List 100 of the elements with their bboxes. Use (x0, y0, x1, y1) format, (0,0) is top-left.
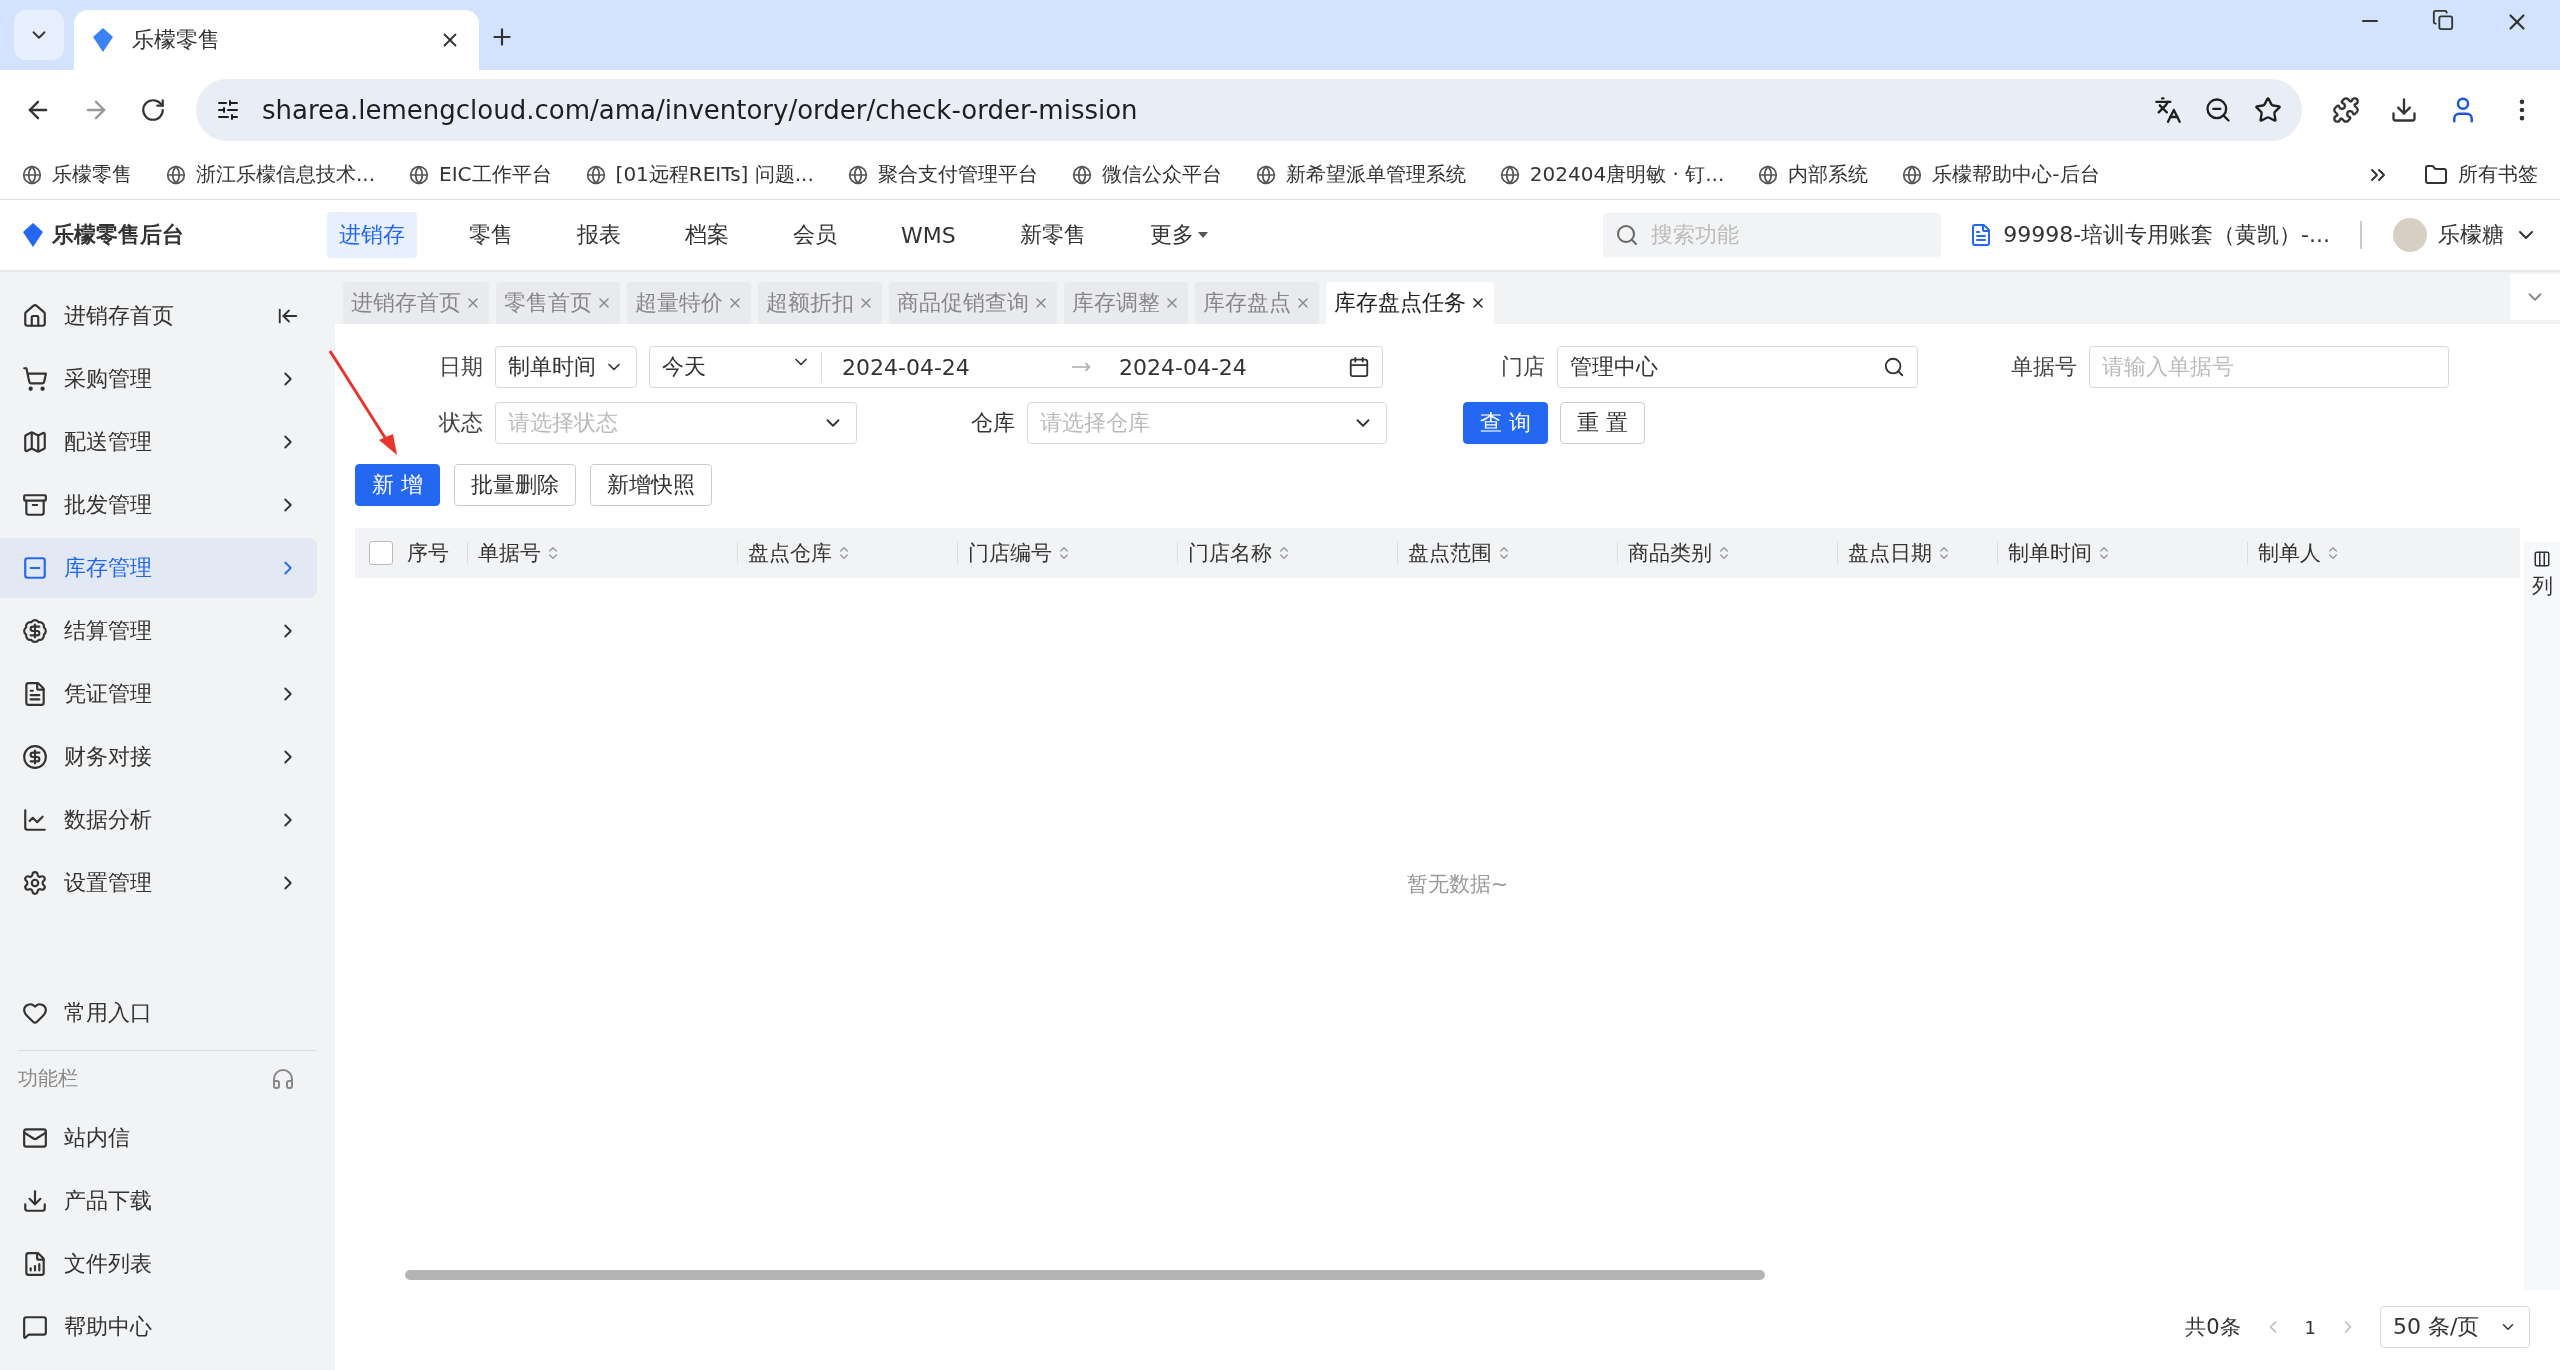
zoom-icon[interactable] (2204, 96, 2232, 124)
sidebar-item[interactable]: 批发管理 (0, 475, 317, 535)
column-header[interactable]: 门店编号 (968, 539, 1052, 567)
sidebar-item[interactable]: 文件列表 (0, 1234, 317, 1294)
bookmark[interactable]: [01远程REITs] 问题... (615, 161, 814, 188)
store-field[interactable]: 管理中心 (1557, 346, 1918, 388)
search-icon (1615, 223, 1640, 247)
field-label: 状态 (439, 409, 484, 437)
site-info-icon[interactable] (216, 98, 240, 122)
browser-tab[interactable]: 乐檬零售 (74, 10, 479, 70)
sidebar-item[interactable]: 库存管理 (0, 538, 317, 598)
address-bar[interactable]: sharea.lemengcloud.com/ama/inventory/order/check-order-mission (196, 79, 2302, 141)
sidebar-item[interactable]: 结算管理 (0, 601, 317, 661)
sidebar-item[interactable]: 财务对接 (0, 727, 317, 787)
sidebar-item[interactable]: 凭证管理 (0, 664, 317, 724)
field-label: 单据号 (2011, 353, 2078, 381)
search-icon[interactable] (1883, 356, 1905, 378)
star-icon[interactable] (2254, 96, 2282, 124)
nav-tab[interactable]: 进销存 (327, 212, 417, 258)
sidebar-item[interactable]: 进销存首页 (0, 286, 317, 346)
reload-icon[interactable] (140, 97, 166, 123)
column-settings-button[interactable]: 列 (2524, 542, 2560, 1290)
sidebar-item[interactable]: 站内信 (0, 1108, 317, 1168)
sidebar-item[interactable]: 数据分析 (0, 790, 317, 850)
bookmark[interactable]: EIC工作平台 (439, 161, 552, 188)
bookmark[interactable]: 浙江乐檬信息技术... (196, 161, 376, 188)
globe-icon (1071, 164, 1092, 185)
nav-tab[interactable]: 报表 (565, 212, 633, 258)
calendar-icon[interactable] (1348, 356, 1370, 378)
user-name[interactable]: 乐檬糖 (2438, 220, 2504, 250)
select-all-checkbox[interactable] (369, 541, 393, 565)
translate-icon[interactable] (2154, 96, 2182, 124)
bookmark[interactable]: 微信公众平台 (1101, 161, 1222, 188)
columns-icon (2533, 550, 2551, 568)
extensions-icon[interactable] (2332, 96, 2360, 124)
column-header[interactable]: 制单人 (2258, 539, 2321, 567)
sidebar-item[interactable]: 设置管理 (0, 853, 317, 913)
caret-icon (1197, 232, 1208, 238)
reset-button[interactable]: 重 置 (1560, 402, 1645, 444)
column-header[interactable]: 门店名称 (1188, 539, 1272, 567)
line-chart-icon (22, 807, 48, 833)
download-icon[interactable] (2390, 96, 2418, 124)
column-header[interactable]: 制单时间 (2008, 539, 2092, 567)
minus-square-icon (22, 555, 48, 581)
bookmark[interactable]: 乐檬帮助中心-后台 (1932, 161, 2100, 188)
date-type-select[interactable]: 制单时间 (495, 346, 637, 388)
logo-icon (22, 222, 44, 248)
globe-icon (585, 164, 606, 185)
column-header[interactable]: 单据号 (478, 539, 541, 567)
bookmark-folder[interactable]: 所有书签 (2458, 161, 2538, 188)
globe-icon (1758, 164, 1779, 185)
date-range-field[interactable]: 今天 2024-04-24 2024-04-24 (649, 346, 1383, 388)
action-button[interactable]: 批量删除 (454, 464, 576, 506)
favorites-item[interactable]: 常用入口 (0, 983, 317, 1043)
bookmark[interactable]: 乐檬零售 (52, 161, 132, 188)
empty-message: 暂无数据~ (1406, 871, 1509, 898)
column-header[interactable]: 盘点范围 (1408, 539, 1492, 567)
sidebar-item[interactable]: 产品下载 (0, 1171, 317, 1231)
field-label: 仓库 (970, 409, 1016, 437)
logo-icon (92, 27, 114, 53)
field-label: 门店 (1501, 353, 1546, 381)
query-button[interactable]: 查 询 (1463, 402, 1548, 444)
nav-tab[interactable]: WMS (889, 214, 968, 256)
nav-tab[interactable]: 零售 (457, 212, 525, 258)
folder-icon (2424, 162, 2448, 187)
globe-icon (1499, 164, 1520, 185)
cabinet-icon (22, 492, 48, 518)
bookmark[interactable]: 聚合支付管理平台 (877, 161, 1038, 188)
bookmark[interactable]: 新希望派单管理系统 (1285, 161, 1466, 188)
scrollbar[interactable] (405, 1270, 1765, 1280)
avatar[interactable] (2392, 217, 2428, 253)
page-number[interactable]: 1 (2304, 1316, 2316, 1338)
bookmark[interactable]: 202404唐明敏 · 钉... (1529, 161, 1725, 188)
sidebar-item[interactable]: 采购管理 (0, 349, 317, 409)
headset-icon[interactable] (271, 1066, 295, 1091)
settings-icon (22, 870, 48, 896)
column-header[interactable]: 盘点仓库 (748, 539, 832, 567)
message-icon (22, 1314, 48, 1340)
globe-icon (22, 164, 42, 185)
globe-icon (409, 164, 430, 185)
column-header[interactable]: 商品类别 (1628, 539, 1712, 567)
nav-tab[interactable]: 更多 (1137, 212, 1220, 258)
sidebar-item[interactable]: 配送管理 (0, 412, 317, 472)
bar-chart-icon (22, 1251, 48, 1277)
nav-tab[interactable]: 会员 (781, 212, 849, 258)
nav-tab[interactable]: 档案 (673, 212, 741, 258)
nav-tab[interactable]: 新零售 (1007, 212, 1098, 258)
document-icon (22, 681, 48, 707)
page-size-select[interactable]: 50 条/页 (2380, 1306, 2530, 1348)
column-header[interactable]: 盘点日期 (1848, 539, 1932, 567)
account-name[interactable]: 99998-培训专用账套（黄凯）-... (2003, 220, 2330, 250)
page-tab[interactable]: 库存盘点任务 (1326, 282, 1494, 324)
sidebar-item[interactable]: 帮助中心 (0, 1297, 317, 1357)
restore-icon[interactable] (2432, 9, 2454, 31)
bookmark[interactable]: 内部系统 (1788, 161, 1869, 188)
action-button[interactable]: 新增快照 (590, 464, 712, 506)
home-icon (22, 303, 48, 329)
action-button[interactable]: 新 增 (355, 464, 440, 506)
section-label: 功能栏 (18, 1065, 78, 1092)
globe-icon (847, 164, 868, 185)
